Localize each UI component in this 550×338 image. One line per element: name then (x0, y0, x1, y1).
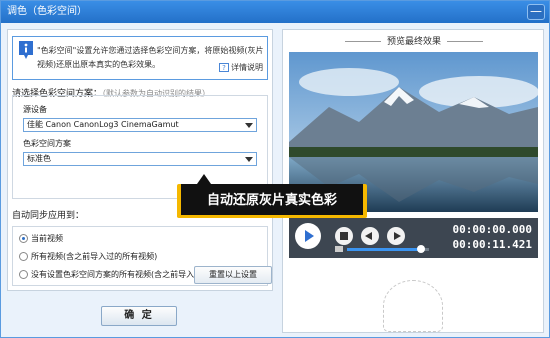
apply-label: 自动同步应用到： (12, 211, 85, 221)
next-button[interactable] (387, 227, 405, 245)
play-button[interactable] (295, 223, 321, 249)
reset-button[interactable]: 重置以上设置 (194, 266, 272, 284)
volume-icon (335, 246, 343, 252)
previous-button[interactable] (361, 227, 379, 245)
help-icon: ? (219, 63, 229, 72)
info-box: "色彩空间"设置允许您通过选择色彩空间方案，将原始视频(灰片视频)还原出原本真实… (12, 36, 268, 80)
preview-panel: 预览最终效果 00:00:00.000 00:00:11.421 (282, 29, 544, 333)
stop-button[interactable] (335, 227, 353, 245)
chevron-down-icon (245, 123, 253, 128)
source-device-value: 佳能 Canon CanonLog3 CinemaGamut (27, 120, 179, 129)
radio-icon (19, 270, 28, 279)
preview-title: 预览最终效果 (283, 34, 545, 47)
scheme-value: 标准色 (27, 154, 51, 163)
ok-button[interactable]: 确 定 (101, 306, 177, 326)
apply-option-all[interactable]: 所有视频(含之前导入过的所有视频) (19, 251, 157, 262)
chevron-down-icon (245, 157, 253, 162)
minimize-button[interactable]: — (527, 4, 545, 20)
time-total: 00:00:11.421 (452, 238, 532, 251)
source-device-select[interactable]: 佳能 Canon CanonLog3 CinemaGamut (23, 118, 257, 132)
apply-option-current[interactable]: 当前视频 (19, 233, 63, 244)
scheme-label: 色彩空间方案 (23, 139, 71, 148)
color-grading-dialog: 调色（色彩空间） — "色彩空间"设置允许您通过选择色彩空间方案，将原始视频(灰… (0, 0, 550, 338)
radio-icon (19, 252, 28, 261)
volume-slider[interactable] (347, 245, 429, 253)
settings-panel: "色彩空间"设置允许您通过选择色彩空间方案，将原始视频(灰片视频)还原出原本真实… (7, 29, 273, 291)
player-controls: 00:00:00.000 00:00:11.421 (289, 218, 538, 258)
scheme-select[interactable]: 标准色 (23, 152, 257, 166)
title-bar: 调色（色彩空间） — (1, 1, 549, 23)
preview-title-text: 预览最终效果 (386, 37, 441, 47)
volume-knob[interactable] (417, 245, 426, 253)
window-title: 调色（色彩空间） (7, 6, 87, 17)
source-device-label: 源设备 (23, 105, 47, 114)
time-current: 00:00:00.000 (452, 223, 532, 236)
callout-pointer (197, 174, 211, 184)
info-icon (19, 41, 33, 59)
help-link-label: 详情说明 (231, 63, 263, 72)
radio-selected-icon (19, 234, 28, 243)
volume-fill (347, 245, 426, 253)
callout-banner: 自动还原灰片真实色彩 (177, 184, 367, 218)
apply-option-label: 当前视频 (31, 234, 63, 243)
mascot-illustration (383, 280, 443, 332)
apply-option-label: 所有视频(含之前导入过的所有视频) (31, 252, 158, 261)
help-link[interactable]: ? 详情说明 (219, 62, 263, 73)
